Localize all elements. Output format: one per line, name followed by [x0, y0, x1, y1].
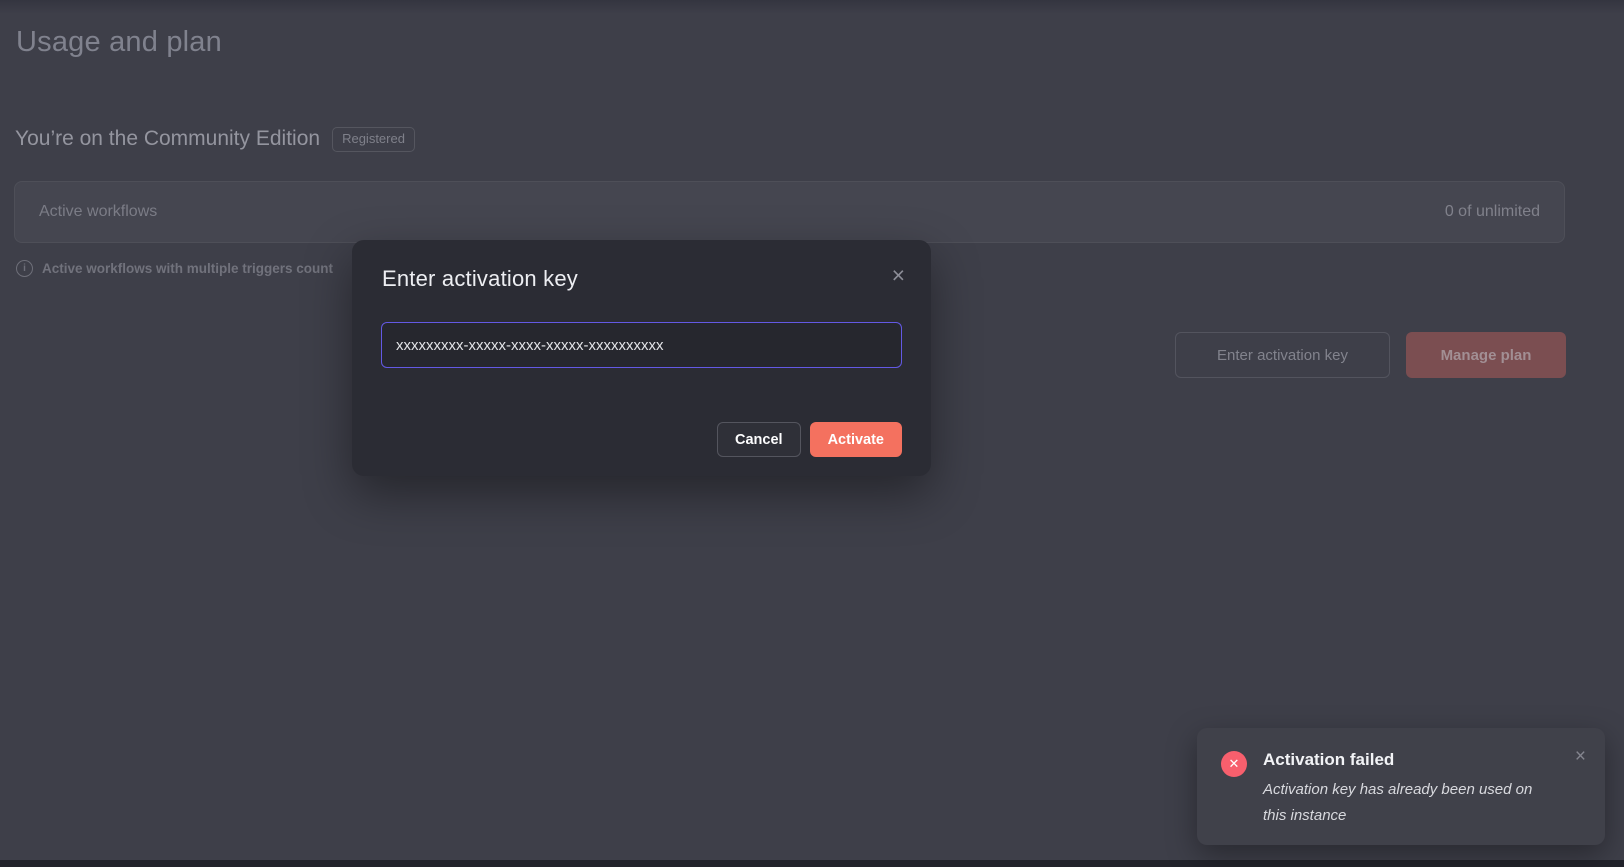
active-workflows-label: Active workflows	[39, 203, 158, 220]
page-title: Usage and plan	[16, 26, 222, 58]
window-bottom-edge	[0, 860, 1624, 867]
dialog-title: Enter activation key	[382, 266, 578, 291]
registered-badge: Registered	[332, 127, 415, 152]
toast-body: Activation failed Activation key has alr…	[1263, 750, 1548, 824]
top-shadow	[0, 0, 1624, 14]
plan-heading: You’re on the Community Edition	[15, 127, 321, 151]
dialog-close-icon[interactable]: ×	[892, 264, 905, 287]
info-icon: i	[16, 260, 33, 277]
info-note-text: Active workflows with multiple triggers …	[42, 261, 334, 276]
activation-key-input[interactable]	[381, 322, 902, 368]
active-workflows-value: 0 of unlimited	[1444, 203, 1540, 220]
plan-heading-row: You’re on the Community Edition Register…	[15, 127, 415, 152]
activate-button[interactable]: Activate	[809, 422, 902, 457]
enter-activation-key-button[interactable]: Enter activation key	[1175, 332, 1390, 378]
toast-title: Activation failed	[1263, 750, 1395, 769]
active-workflows-card: Active workflows 0 of unlimited	[14, 181, 1565, 243]
error-toast: ✕ Activation failed Activation key has a…	[1197, 728, 1605, 845]
activation-key-dialog: Enter activation key × Cancel Activate	[352, 240, 931, 476]
manage-plan-button[interactable]: Manage plan	[1406, 332, 1566, 378]
info-note-row: i Active workflows with multiple trigger…	[16, 260, 333, 277]
toast-close-icon[interactable]: ×	[1575, 747, 1586, 766]
cancel-button[interactable]: Cancel	[717, 422, 801, 457]
error-circle-icon: ✕	[1221, 751, 1247, 777]
toast-message: Activation key has already been used on …	[1263, 781, 1533, 824]
dialog-footer: Cancel Activate	[717, 422, 902, 457]
